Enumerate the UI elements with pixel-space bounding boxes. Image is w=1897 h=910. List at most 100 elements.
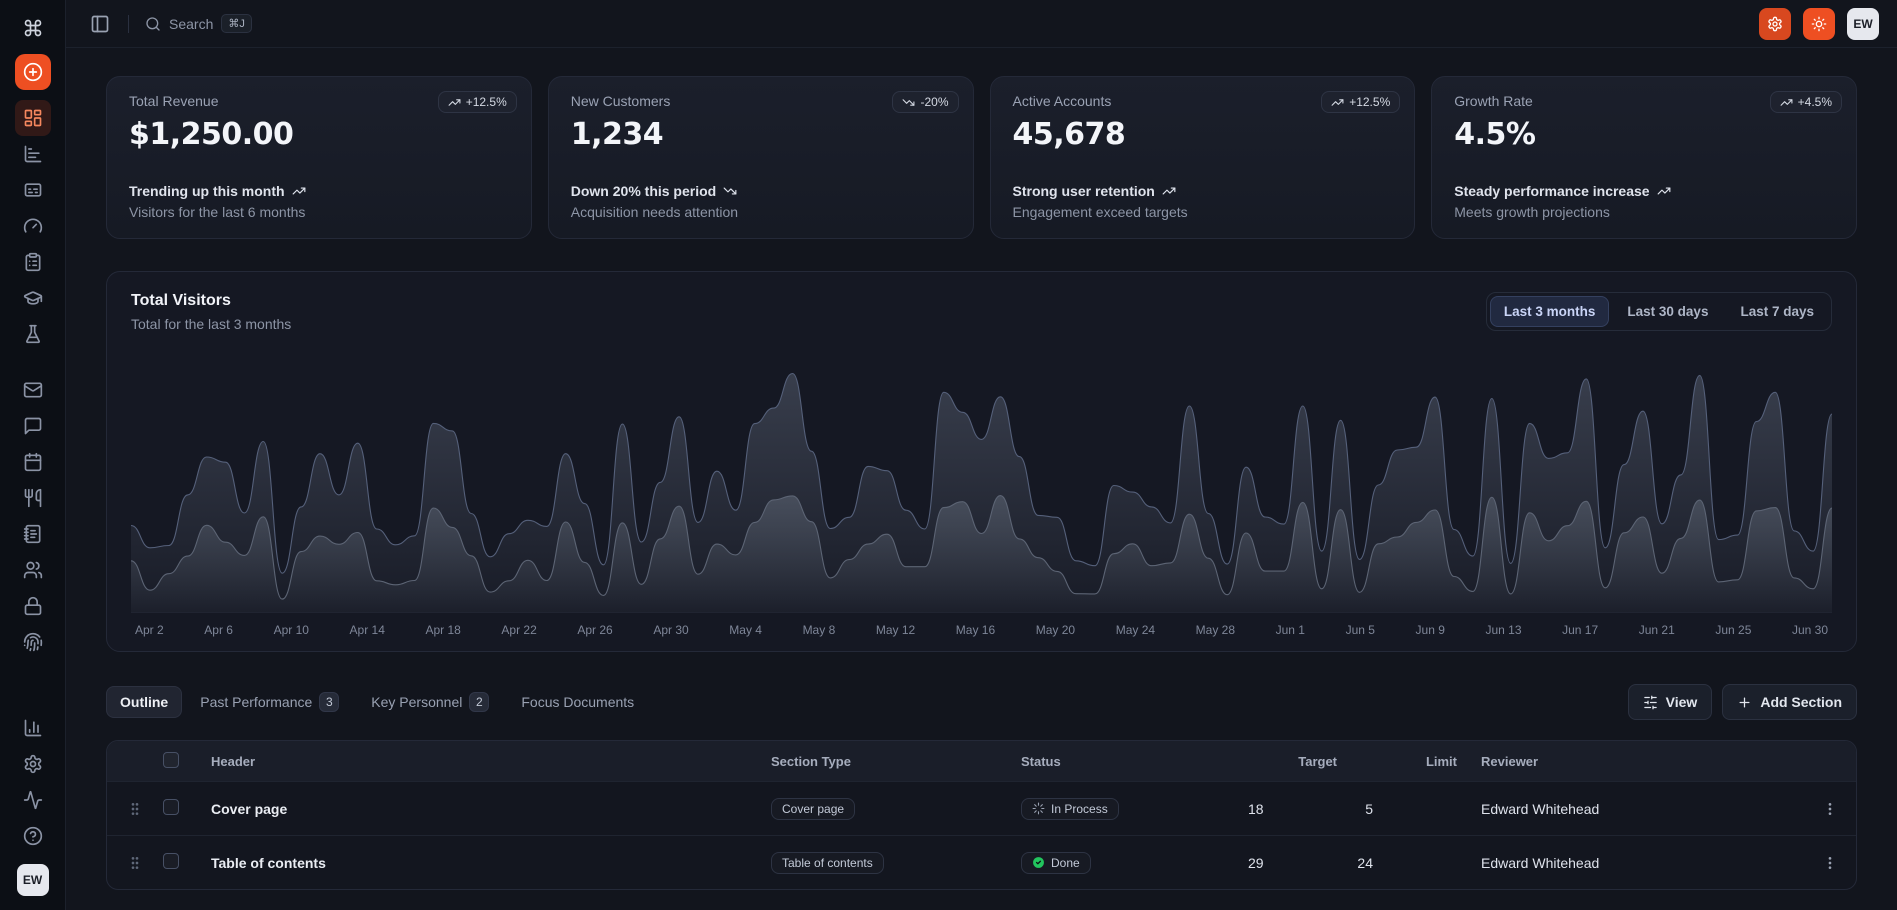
sidebar-item-dashboard[interactable] xyxy=(15,100,51,136)
range-last-3-months[interactable]: Last 3 months xyxy=(1490,296,1610,327)
row-section-type-cell: Table of contents xyxy=(763,852,1013,874)
sidebar-toggle-button[interactable] xyxy=(84,8,116,40)
sliders-icon xyxy=(1643,695,1658,710)
theme-settings-button[interactable] xyxy=(1759,8,1791,40)
theme-toggle-button[interactable] xyxy=(1803,8,1835,40)
x-tick: Apr 10 xyxy=(274,623,309,637)
sidebar-item-notebook[interactable] xyxy=(15,516,51,552)
trending-down-icon xyxy=(723,184,737,198)
sidebar-item-mail[interactable] xyxy=(15,372,51,408)
table-body: Cover pageCover pageIn Process185Edward … xyxy=(107,781,1856,889)
sidebar-item-security[interactable] xyxy=(15,588,51,624)
utensils-icon xyxy=(23,488,43,508)
view-button-label: View xyxy=(1666,694,1698,710)
drag-handle[interactable] xyxy=(107,801,163,817)
sidebar-item-messages[interactable] xyxy=(15,408,51,444)
main-area: Search ⌘J EW Total Revenue+12.5%$1,250.0… xyxy=(66,0,1897,910)
status-badge-done: Done xyxy=(1021,852,1091,874)
sidebar-item-settings[interactable] xyxy=(15,746,51,782)
stat-card-footer-title: Down 20% this period xyxy=(571,183,951,199)
col-status: Status xyxy=(1013,754,1248,769)
col-target: Target xyxy=(1248,754,1353,769)
row-menu-button[interactable] xyxy=(1818,851,1842,875)
chart-area[interactable]: Apr 2Apr 6Apr 10Apr 14Apr 18Apr 22Apr 26… xyxy=(131,358,1832,637)
row-menu-button[interactable] xyxy=(1818,797,1842,821)
trending-up-icon xyxy=(448,96,461,109)
select-all-checkbox[interactable] xyxy=(163,752,203,771)
graduation-cap-icon xyxy=(23,288,43,308)
sidebar-item-analytics[interactable] xyxy=(15,136,51,172)
row-checkbox[interactable] xyxy=(163,799,203,818)
stat-card-value: 4.5% xyxy=(1454,117,1834,152)
chart-title: Total Visitors xyxy=(131,292,291,310)
table-row-cover-page: Cover pageCover pageIn Process185Edward … xyxy=(107,781,1856,835)
sidebar-item-learning[interactable] xyxy=(15,280,51,316)
view-button[interactable]: View xyxy=(1628,684,1713,720)
sidebar-item-performance[interactable] xyxy=(15,208,51,244)
x-tick: Jun 1 xyxy=(1276,623,1305,637)
x-tick: May 28 xyxy=(1196,623,1235,637)
chart-x-axis: Apr 2Apr 6Apr 10Apr 14Apr 18Apr 22Apr 26… xyxy=(131,623,1832,637)
sidebar-item-experiments[interactable] xyxy=(15,316,51,352)
chart-bar-icon xyxy=(23,144,43,164)
sidebar-item-team[interactable] xyxy=(15,552,51,588)
visitors-area-chart[interactable] xyxy=(131,358,1832,613)
help-circle-icon xyxy=(23,826,43,846)
range-last-30-days[interactable]: Last 30 days xyxy=(1613,296,1722,327)
chart-range-toggle-group: Last 3 monthsLast 30 daysLast 7 days xyxy=(1486,292,1832,331)
sidebar-item-cards[interactable] xyxy=(15,172,51,208)
row-status-cell: In Process xyxy=(1013,798,1248,820)
stat-card-footer-desc: Meets growth projections xyxy=(1454,204,1834,220)
settings-icon xyxy=(1767,16,1783,32)
row-target-cell: 18 xyxy=(1248,801,1353,817)
sidebar-item-identity[interactable] xyxy=(15,624,51,660)
tab-outline[interactable]: Outline xyxy=(106,686,182,718)
chart-header: Total Visitors Total for the last 3 mont… xyxy=(131,292,1832,332)
sidebar-item-help[interactable] xyxy=(15,818,51,854)
tab-focus-documents[interactable]: Focus Documents xyxy=(507,686,648,718)
sidebar-item-dining[interactable] xyxy=(15,480,51,516)
tab-key-personnel[interactable]: Key Personnel2 xyxy=(357,684,503,720)
range-last-7-days[interactable]: Last 7 days xyxy=(1726,296,1828,327)
notebook-icon xyxy=(23,524,43,544)
stat-card-footer-title: Steady performance increase xyxy=(1454,183,1834,199)
stat-card-value: $1,250.00 xyxy=(129,117,509,152)
sections-block: OutlinePast Performance3Key Personnel2Fo… xyxy=(106,684,1857,890)
loader-icon xyxy=(1032,802,1045,815)
stat-cards-grid: Total Revenue+12.5%$1,250.00Trending up … xyxy=(106,76,1857,239)
search-input[interactable]: Search ⌘J xyxy=(141,8,256,39)
trend-badge: +12.5% xyxy=(1321,91,1400,113)
x-tick: Apr 14 xyxy=(350,623,385,637)
sidebar: EW xyxy=(0,0,66,910)
add-section-button[interactable]: Add Section xyxy=(1722,684,1857,720)
sections-actions: View Add Section xyxy=(1628,684,1857,720)
table-header-row: Header Section Type Status Target Limit … xyxy=(107,741,1856,781)
sidebar-item-reports[interactable] xyxy=(15,710,51,746)
panel-left-icon xyxy=(90,14,110,34)
sidebar-user-avatar[interactable]: EW xyxy=(17,864,49,896)
x-tick: May 8 xyxy=(803,623,836,637)
row-checkbox[interactable] xyxy=(163,853,203,872)
grip-vertical-icon xyxy=(127,801,143,817)
x-tick: Jun 21 xyxy=(1639,623,1675,637)
user-avatar[interactable]: EW xyxy=(1847,8,1879,40)
row-header-cell: Cover page xyxy=(203,801,763,817)
users-icon xyxy=(23,560,43,580)
row-section-type-cell: Cover page xyxy=(763,798,1013,820)
x-tick: Apr 26 xyxy=(577,623,612,637)
tab-past-performance[interactable]: Past Performance3 xyxy=(186,684,353,720)
sidebar-item-calendar[interactable] xyxy=(15,444,51,480)
app-logo-button[interactable] xyxy=(15,6,51,50)
check-done-icon xyxy=(1032,856,1045,869)
tab-count-badge: 2 xyxy=(469,692,489,712)
trending-up-icon xyxy=(1331,96,1344,109)
tab-count-badge: 3 xyxy=(319,692,339,712)
sidebar-item-orders[interactable] xyxy=(15,244,51,280)
drag-handle[interactable] xyxy=(107,855,163,871)
x-tick: Apr 30 xyxy=(653,623,688,637)
search-icon xyxy=(145,16,161,32)
quick-create-button[interactable] xyxy=(15,54,51,90)
sidebar-item-activity[interactable] xyxy=(15,782,51,818)
x-tick: May 24 xyxy=(1116,623,1155,637)
trending-up-icon xyxy=(1162,184,1176,198)
